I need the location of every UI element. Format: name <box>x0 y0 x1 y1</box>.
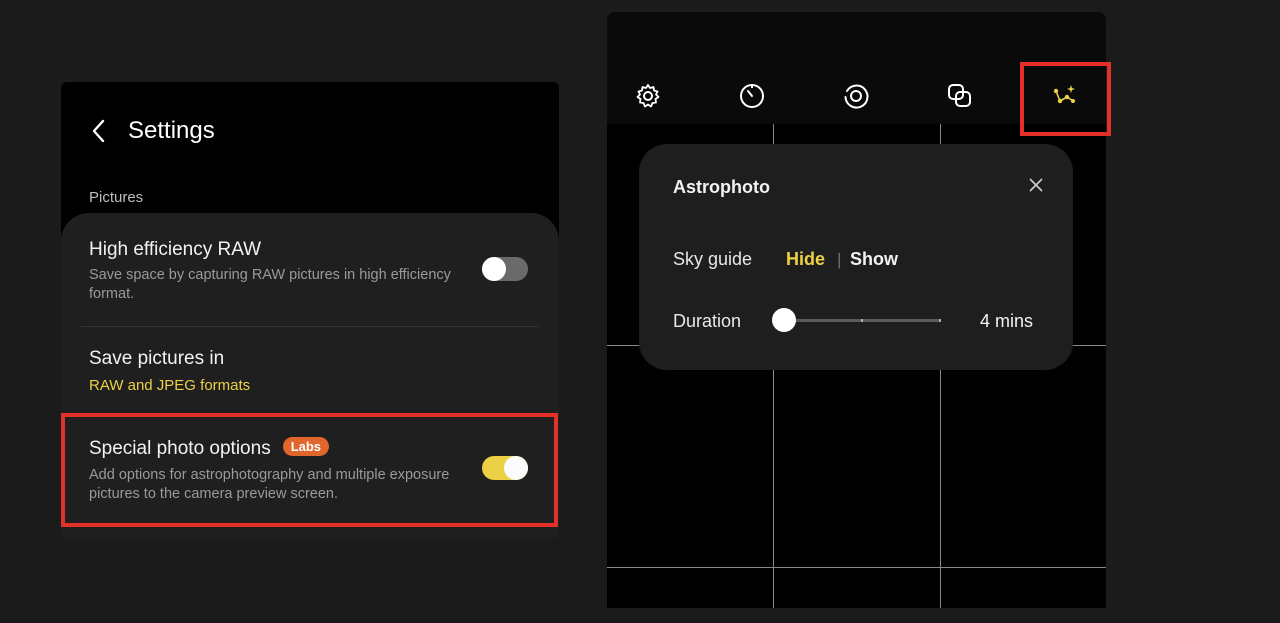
close-icon[interactable] <box>1028 177 1044 193</box>
section-label-pictures: Pictures <box>89 189 144 206</box>
slider-tick <box>939 319 941 322</box>
filters-icon[interactable] <box>946 82 974 110</box>
toggle-knob <box>482 257 506 281</box>
setting-title: Special photo options Labs <box>89 437 330 460</box>
settings-header: Settings <box>61 82 559 182</box>
duration-value: 4 mins <box>980 311 1034 331</box>
slider-tick <box>861 319 863 322</box>
setting-description: Add options for astrophotography and mul… <box>89 467 450 502</box>
camera-toolbar <box>607 12 1106 124</box>
settings-gear-icon[interactable] <box>634 82 662 110</box>
camera-preview-panel: Astrophoto Sky guide Hide | Show Duratio… <box>607 12 1106 608</box>
setting-title: High efficiency RAW <box>89 239 262 260</box>
setting-title: Save pictures in <box>89 348 225 369</box>
setting-row-high-efficiency-raw[interactable]: High efficiency RAW Save space by captur… <box>61 213 559 326</box>
astrophoto-settings-popup: Astrophoto Sky guide Hide | Show Duratio… <box>639 144 1073 370</box>
grid-line <box>607 567 1106 568</box>
sky-guide-separator: | <box>837 250 842 269</box>
setting-title-text: Special photo options <box>89 438 271 459</box>
sky-guide-hide-option[interactable]: Hide <box>786 249 825 270</box>
settings-panel: Settings Pictures High efficiency RAW Sa… <box>61 82 559 539</box>
high-efficiency-raw-toggle[interactable] <box>482 257 528 281</box>
duration-slider-thumb[interactable] <box>772 308 796 332</box>
sky-guide-label: Sky guide <box>673 249 753 269</box>
settings-card: High efficiency RAW Save space by captur… <box>61 213 559 539</box>
setting-description: Save space by capturing RAW pictures in … <box>89 267 451 302</box>
setting-subtitle: RAW and JPEG formats <box>89 377 251 394</box>
toggle-knob <box>504 456 528 480</box>
back-chevron-icon[interactable] <box>87 116 111 146</box>
astrophoto-icon[interactable] <box>1050 82 1078 110</box>
page-title: Settings <box>128 117 215 144</box>
labs-badge: Labs <box>282 437 330 456</box>
setting-row-save-pictures-in[interactable]: Save pictures in RAW and JPEG formats <box>61 327 559 411</box>
special-photo-options-toggle[interactable] <box>482 456 528 480</box>
timer-icon[interactable] <box>738 82 766 110</box>
popup-title: Astrophoto <box>673 177 770 197</box>
motion-photo-icon[interactable] <box>842 82 870 110</box>
duration-label: Duration <box>673 311 742 331</box>
setting-row-special-photo-options[interactable]: Special photo options Labs Add options fo… <box>61 413 559 523</box>
sky-guide-show-option[interactable]: Show <box>850 249 898 270</box>
